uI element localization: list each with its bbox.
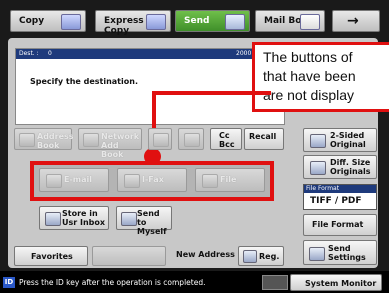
status-icon <box>262 275 288 290</box>
recall-label: Recall <box>249 132 277 141</box>
store-in-user-inbox-button[interactable]: Store in Usr Inbox <box>39 206 109 230</box>
address-book-label: Address Book <box>37 132 74 150</box>
different-size-label: Diff. Size Originals <box>330 158 371 176</box>
two-sided-icon <box>310 134 326 148</box>
email-button[interactable]: E-mail <box>39 168 109 192</box>
favorites-label: Favorites <box>31 252 73 261</box>
ifax-button[interactable]: I-Fax <box>117 168 187 192</box>
tab-copy-label: Copy <box>19 16 45 26</box>
send-to-myself-icon <box>121 212 137 226</box>
file-button[interactable]: File <box>195 168 265 192</box>
register-label: Reg. <box>259 252 280 261</box>
address-book-icon <box>19 133 35 147</box>
two-sided-label: 2-Sided Original <box>330 131 366 149</box>
new-address-label: New Address <box>176 250 235 259</box>
cc-bcc-label: Cc Bcc <box>219 131 235 149</box>
different-size-originals-button[interactable]: Diff. Size Originals <box>303 155 377 179</box>
file-format-display-label: File Format <box>304 185 376 193</box>
file-icon <box>202 174 218 188</box>
send-to-myself-label: Send to Myself <box>137 209 167 236</box>
callout-box: The buttons of that have been are not di… <box>252 42 389 112</box>
register-icon <box>243 250 257 263</box>
network-address-book-icon <box>83 133 99 147</box>
dest-count: 0 <box>48 50 52 57</box>
send-icon <box>225 14 245 30</box>
trash-icon <box>184 133 200 147</box>
tab-send[interactable]: Send <box>175 10 250 32</box>
send-settings-icon <box>309 247 325 261</box>
favorites-button[interactable]: Favorites <box>14 246 88 266</box>
inbox-icon <box>45 212 61 226</box>
status-message: Press the ID key after the operation is … <box>19 278 206 287</box>
ifax-label: I-Fax <box>142 175 164 184</box>
email-label: E-mail <box>64 175 93 184</box>
email-icon <box>46 174 62 188</box>
blank-bottom-button[interactable] <box>92 246 166 266</box>
file-format-display: File Format TIFF / PDF <box>303 184 377 210</box>
callout-line-2: that have been <box>263 68 356 84</box>
tab-mail-box[interactable]: Mail Box <box>255 10 325 32</box>
network-address-book-button[interactable]: Network Add Book <box>78 128 142 159</box>
tab-express-copy-label: Express Copy <box>104 16 144 36</box>
file-label: File <box>220 175 237 184</box>
system-monitor-label: System Monitor <box>305 279 377 288</box>
callout-connector-horizontal <box>152 91 271 95</box>
store-in-user-inbox-label: Store in Usr Inbox <box>62 209 106 227</box>
delete-button[interactable] <box>178 128 204 150</box>
copy-icon <box>61 14 81 30</box>
two-sided-original-button[interactable]: 2-Sided Original <box>303 128 377 152</box>
file-format-button-label: File Format <box>312 220 364 229</box>
different-size-icon <box>310 161 326 175</box>
destination-display: Dest. : 0 2000 0 Specify the destination… <box>15 48 285 125</box>
send-to-myself-button[interactable]: Send to Myself <box>116 206 172 236</box>
next-tab-button[interactable]: → <box>332 10 380 32</box>
recall-button[interactable]: Recall <box>244 128 284 150</box>
ifax-icon <box>124 174 140 188</box>
destination-header: Dest. : 0 2000 0 <box>16 49 284 59</box>
detail-icon <box>153 133 169 147</box>
mailbox-icon <box>300 14 320 30</box>
dest-label: Dest. : <box>19 50 39 57</box>
arrow-right-icon: → <box>347 13 359 29</box>
address-book-button[interactable]: Address Book <box>14 128 74 150</box>
send-settings-button[interactable]: Send Settings <box>303 240 377 265</box>
callout-line-1: The buttons of <box>263 49 353 65</box>
cc-bcc-button[interactable]: Cc Bcc <box>210 128 242 150</box>
tab-express-copy[interactable]: Express Copy <box>95 10 171 36</box>
register-button[interactable]: Reg. <box>238 246 284 266</box>
system-monitor-button[interactable]: System Monitor <box>290 274 382 291</box>
id-badge: ID <box>3 277 15 288</box>
tab-copy[interactable]: Copy <box>10 10 86 32</box>
destination-prompt: Specify the destination. <box>30 77 138 86</box>
detail-button[interactable] <box>148 128 172 150</box>
file-format-button[interactable]: File Format <box>303 214 377 236</box>
file-format-value: TIFF / PDF <box>310 196 362 206</box>
send-settings-label: Send Settings <box>328 244 366 262</box>
express-copy-icon <box>146 14 166 30</box>
callout-text: The buttons of that have been are not di… <box>263 48 356 105</box>
tab-send-label: Send <box>184 16 210 26</box>
callout-line-3: are not display <box>263 87 355 103</box>
